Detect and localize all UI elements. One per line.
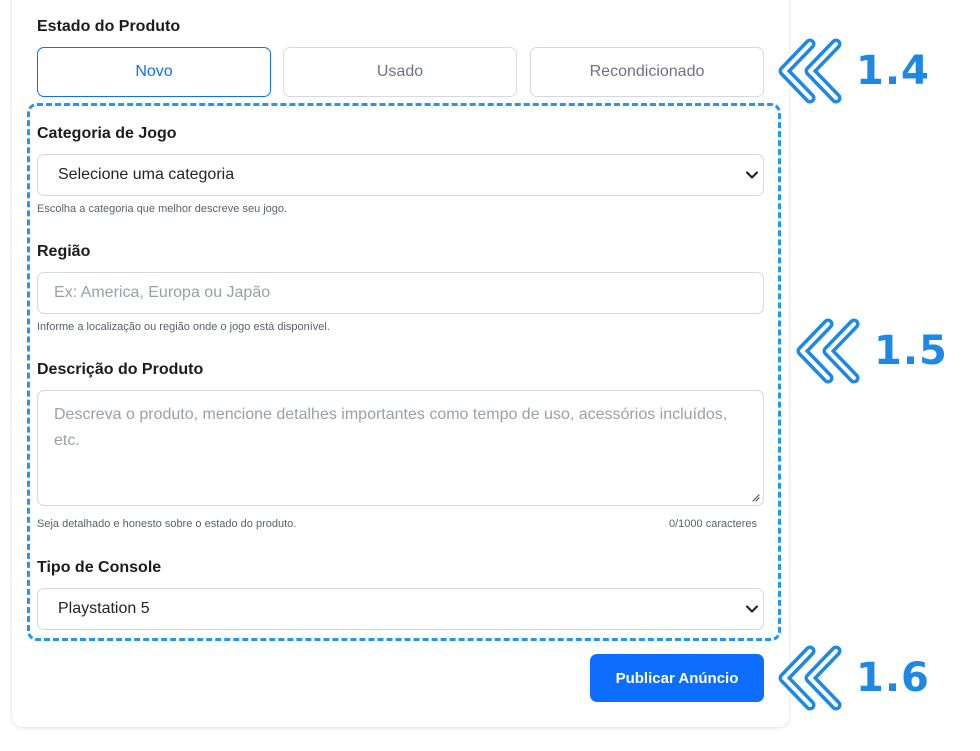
annotation-marker-1-4: 1.4 — [770, 38, 930, 104]
annotation-marker-1-6: 1.6 — [770, 645, 930, 711]
condition-novo-button[interactable]: Novo — [37, 47, 271, 97]
regiao-label: Região — [37, 243, 91, 260]
console-label: Tipo de Console — [37, 559, 162, 576]
categoria-label: Categoria de Jogo — [37, 125, 177, 142]
double-chevron-left-icon — [778, 38, 842, 104]
annotation-label-1-5: 1.5 — [874, 328, 948, 374]
double-chevron-left-icon — [778, 645, 842, 711]
categoria-select-value: Selecione uma categoria — [58, 166, 235, 183]
annotation-label-1-4: 1.4 — [856, 48, 930, 94]
chevron-down-icon — [745, 171, 759, 179]
estado-title: Estado do Produto — [37, 18, 181, 35]
annotation-marker-1-5: 1.5 — [788, 318, 948, 384]
descricao-help: Seja detalhado e honesto sobre o estado … — [37, 518, 297, 530]
publish-button[interactable]: Publicar Anúncio — [590, 654, 764, 702]
descricao-placeholder: Descreva o produto, mencione detalhes im… — [54, 406, 728, 449]
resize-grip-icon[interactable] — [751, 493, 760, 502]
condition-recondicionado-button[interactable]: Recondicionado — [530, 47, 764, 97]
descricao-label: Descrição do Produto — [37, 361, 204, 378]
categoria-help: Escolha a categoria que melhor descreve … — [37, 203, 288, 215]
categoria-select[interactable]: Selecione uma categoria — [37, 154, 764, 196]
double-chevron-left-icon — [796, 318, 860, 384]
condition-usado-button[interactable]: Usado — [283, 47, 517, 97]
chevron-down-icon — [745, 605, 759, 613]
regiao-placeholder: Ex: America, Europa ou Japão — [54, 284, 271, 301]
descricao-textarea[interactable]: Descreva o produto, mencione detalhes im… — [37, 390, 764, 506]
regiao-input[interactable]: Ex: America, Europa ou Japão — [37, 272, 764, 314]
descricao-counter: 0/1000 caracteres — [669, 518, 758, 530]
annotation-label-1-6: 1.6 — [856, 655, 930, 701]
console-select-value: Playstation 5 — [58, 600, 150, 617]
regiao-help: Informe a localização ou região onde o j… — [37, 321, 330, 333]
console-select[interactable]: Playstation 5 — [37, 588, 764, 630]
